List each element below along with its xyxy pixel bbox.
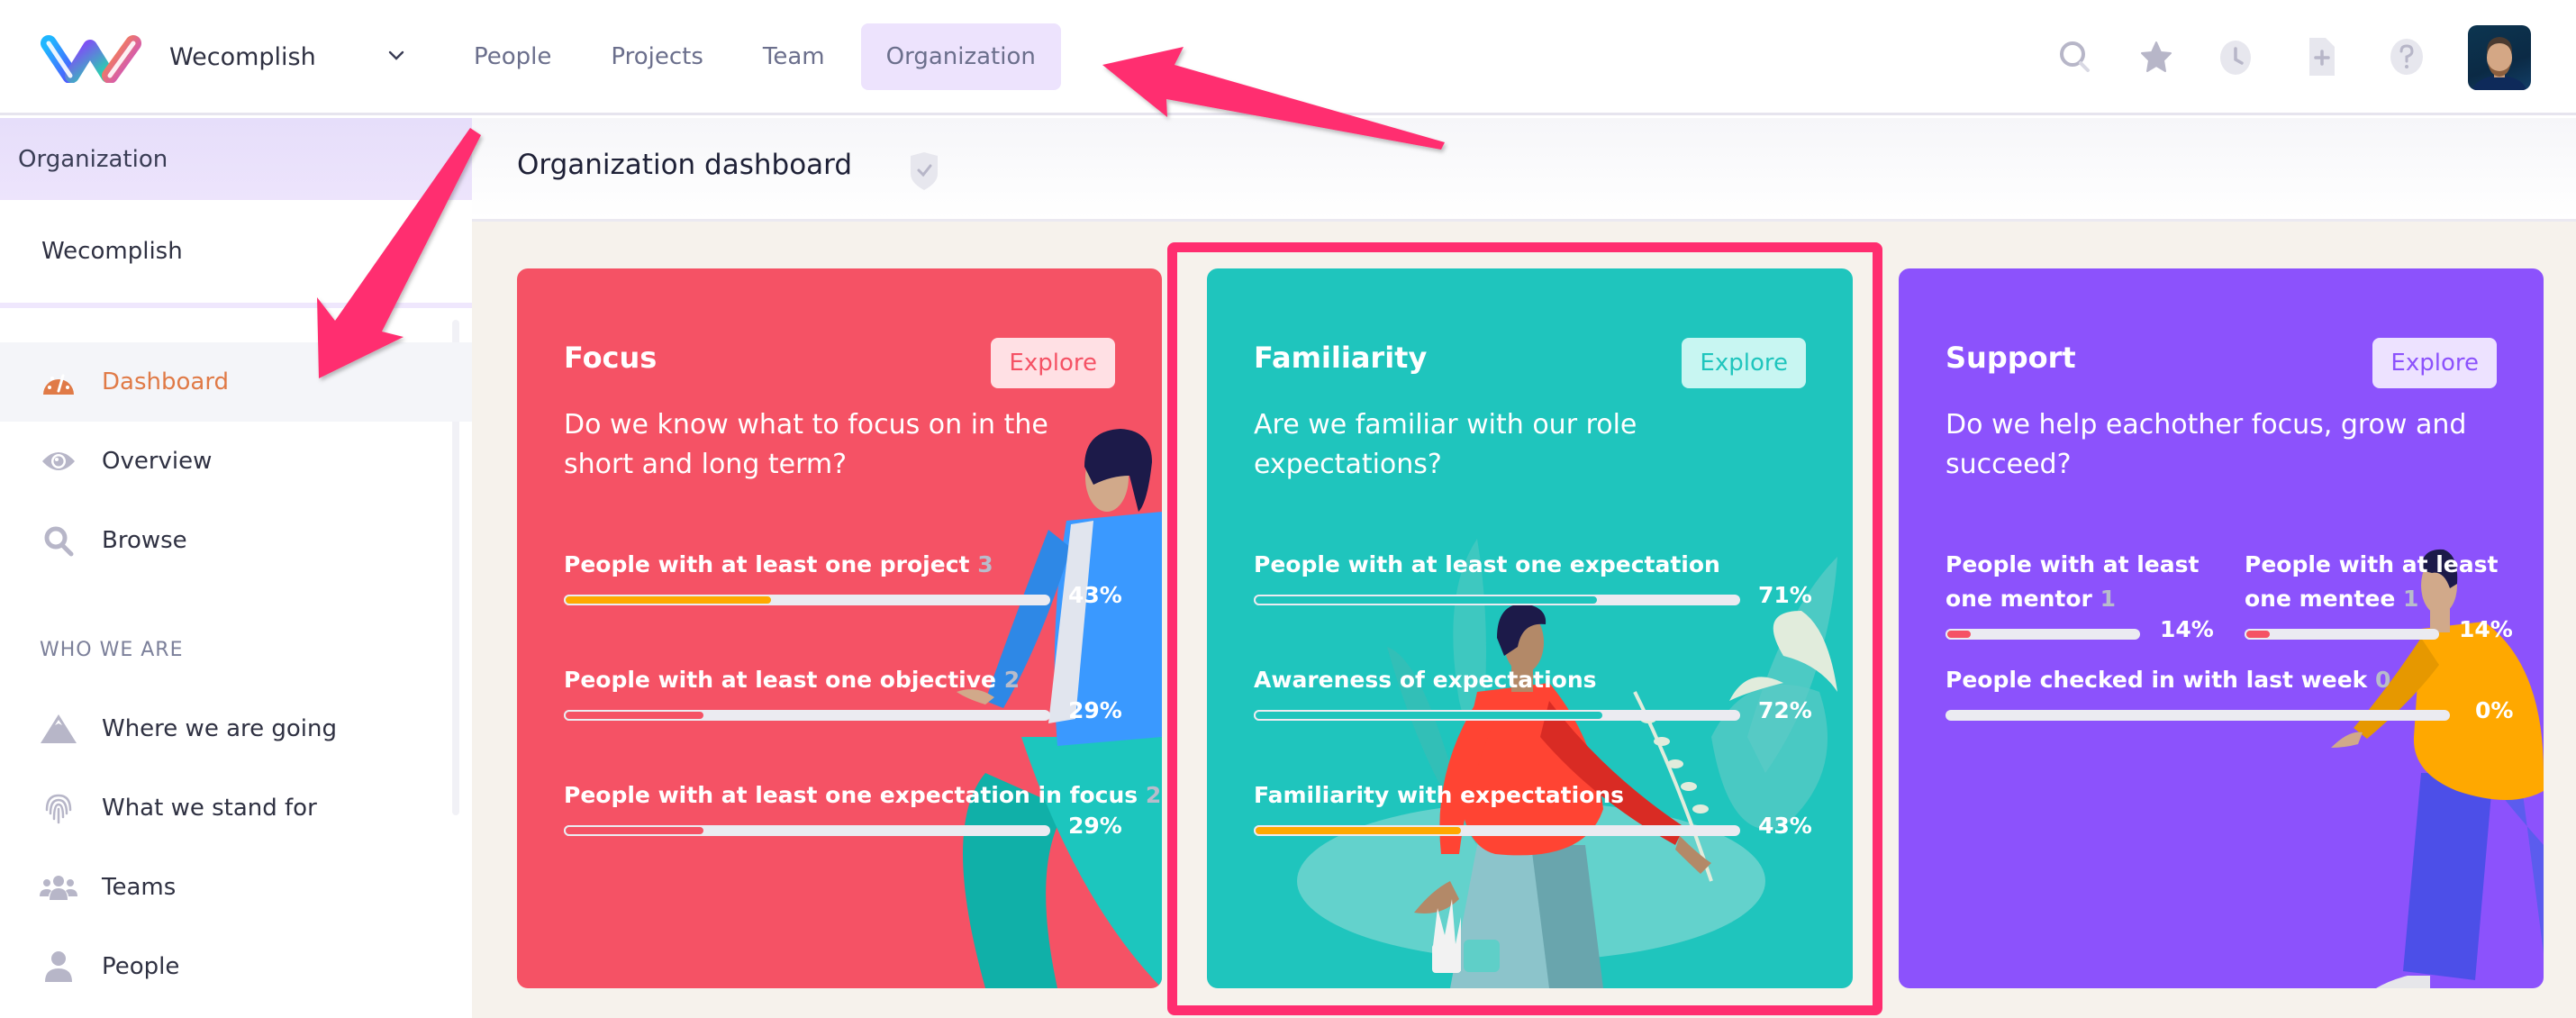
nav-tab-team[interactable]: Team — [739, 23, 848, 90]
metric-label-text: People with at least one expectation in … — [564, 782, 1138, 808]
metric-percent: 29% — [1068, 813, 1122, 839]
explore-button[interactable]: Explore — [2372, 338, 2497, 388]
metric-label: People with at least one expectation in … — [564, 778, 1161, 813]
metric-count: 1 — [2100, 586, 2117, 612]
metric-label: People checked in with last week 0 — [1946, 663, 2504, 697]
page-header: Organization dashboard — [472, 118, 2576, 222]
metric-percent: 14% — [2160, 616, 2214, 642]
nav-tab-people[interactable]: People — [450, 23, 575, 90]
metric-label-line2: one mentor — [1946, 586, 2092, 612]
sidebar-item-label: Teams — [102, 874, 177, 901]
card-question: Do we know what to focus on in the short… — [564, 409, 1048, 480]
metric: People with at least one mentor 1 14% — [1946, 548, 2216, 642]
metric-label-line1: People with at least — [1946, 551, 2200, 577]
metric-label: People with at least one project 3 — [564, 548, 1122, 582]
sidebar-company-name[interactable]: Wecomplish — [0, 200, 472, 308]
metric-label-text: People with at least one objective — [564, 667, 996, 693]
metric-label: People with at least one mentor 1 — [1946, 548, 2216, 616]
page-title: Organization dashboard — [517, 149, 853, 181]
metric-label: People with at least one objective 2 — [564, 663, 1122, 697]
metric-percent: 0% — [2475, 697, 2514, 723]
progress-bar-fill — [564, 825, 705, 836]
sidebar-section-title: Organization — [0, 118, 472, 200]
card-title: Focus — [564, 341, 658, 375]
wecomplish-logo-icon[interactable] — [40, 32, 146, 83]
progress-bar — [1946, 629, 2140, 640]
fingerprint-icon — [40, 792, 77, 824]
sidebar-item-browse[interactable]: Browse — [0, 501, 472, 580]
chevron-down-icon[interactable] — [385, 45, 407, 67]
progress-bar — [1946, 710, 2450, 721]
progress-bar-fill — [1946, 629, 1973, 640]
metric: People with at least one expectation in … — [564, 778, 1161, 859]
progress-bar-fill — [564, 710, 705, 721]
focus-card: Focus Explore Do we know what to focus o… — [517, 268, 1162, 988]
progress-bar-fill — [564, 595, 774, 605]
sidebar-item-label: What we stand for — [102, 795, 317, 822]
support-card: Support Explore Do we help eachother foc… — [1899, 268, 2544, 988]
progress-bar — [564, 595, 1050, 605]
metric-count: 2 — [1003, 667, 1020, 693]
highlight-box-familiarity — [1167, 242, 1882, 1015]
card-question: Do we help eachother focus, grow and suc… — [1946, 409, 2467, 480]
card-title: Support — [1946, 341, 2076, 375]
nav-tab-projects[interactable]: Projects — [587, 23, 727, 90]
metric: People checked in with last week 0 0% — [1946, 663, 2513, 744]
eye-icon — [40, 445, 77, 477]
sidebar-item-label: Overview — [102, 448, 213, 475]
sidebar: Organization Wecomplish Dashboard Overvi… — [0, 118, 472, 1018]
metric-label-text: People checked in with last week — [1946, 667, 2368, 693]
metric-label-text: People with at least one project — [564, 551, 970, 577]
metric-count: 2 — [1145, 782, 1162, 808]
clock-icon[interactable] — [2216, 36, 2255, 77]
sidebar-item-label: Where we are going — [102, 715, 338, 742]
search-icon[interactable] — [2055, 36, 2095, 77]
metric-label: People with at least one mentee 1 — [2245, 548, 2515, 616]
progress-bar — [564, 710, 1050, 721]
dashboard-gauge-icon — [40, 366, 77, 398]
sidebar-section-heading: WHO WE ARE — [40, 639, 184, 661]
sidebar-item-teams[interactable]: Teams — [0, 848, 472, 927]
search-icon — [40, 524, 77, 557]
help-icon[interactable] — [2387, 36, 2426, 77]
nav-tab-organization[interactable]: Organization — [860, 23, 1061, 90]
metric: People with at least one mentee 1 14% — [2245, 548, 2515, 642]
users-icon — [40, 871, 77, 904]
metric-percent: 14% — [2459, 616, 2513, 642]
metric-count: 1 — [2403, 586, 2419, 612]
shield-check-icon[interactable] — [909, 150, 939, 192]
user-avatar[interactable] — [2468, 25, 2531, 90]
metric-label-line2: one mentee — [2245, 586, 2396, 612]
organization-name[interactable]: Wecomplish — [169, 40, 316, 76]
sidebar-item-people[interactable]: People — [0, 927, 472, 1006]
explore-button[interactable]: Explore — [991, 338, 1115, 388]
progress-bar — [2245, 629, 2439, 640]
progress-bar-fill — [2245, 629, 2272, 640]
user-icon — [40, 950, 77, 983]
mountain-icon — [40, 713, 77, 745]
sidebar-item-label: Browse — [102, 527, 187, 554]
metric: People with at least one objective 2 29% — [564, 663, 1122, 744]
progress-bar — [564, 825, 1050, 836]
metric-count: 3 — [977, 551, 993, 577]
sidebar-item-overview[interactable]: Overview — [0, 422, 472, 501]
sidebar-item-dashboard[interactable]: Dashboard — [0, 342, 472, 422]
sidebar-item-where-we-are-going[interactable]: Where we are going — [0, 689, 472, 768]
sidebar-item-label: People — [102, 953, 180, 980]
sidebar-item-what-we-stand-for[interactable]: What we stand for — [0, 768, 472, 848]
metric-label-line1: People with at least — [2245, 551, 2499, 577]
metric-count: 0 — [2375, 667, 2391, 693]
add-document-icon[interactable] — [2302, 36, 2342, 77]
metric: People with at least one project 3 43% — [564, 548, 1122, 629]
metric-percent: 43% — [1068, 582, 1122, 608]
top-navigation-bar: Wecomplish People Projects Team Organiza… — [0, 0, 2576, 115]
metric-percent: 29% — [1068, 697, 1122, 723]
main-nav: People Projects Team Organization — [450, 23, 1074, 90]
star-icon[interactable] — [2136, 36, 2176, 77]
sidebar-item-label: Dashboard — [102, 368, 230, 395]
